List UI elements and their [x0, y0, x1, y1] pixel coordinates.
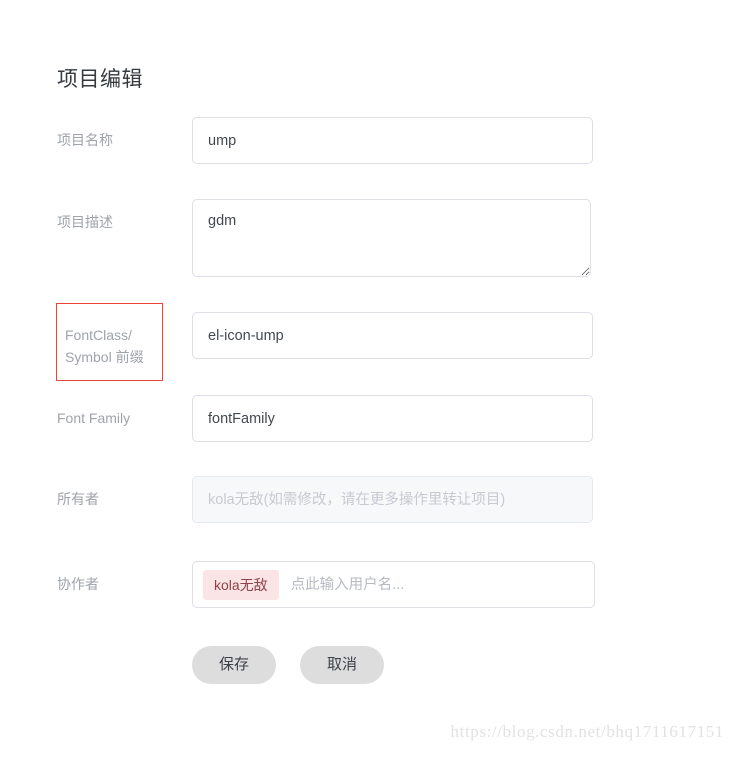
collaborator-search-input[interactable] [278, 569, 584, 600]
field-control-project-description [192, 199, 591, 277]
field-label-project-description: 项目描述 [57, 214, 113, 230]
field-control-fontclass-prefix [192, 312, 593, 359]
field-label-fontclass-prefix-line1: FontClass/ [65, 327, 132, 343]
page-title: 项目编辑 [57, 68, 143, 92]
watermark-text: https://blog.csdn.net/bhq1711617151 [450, 722, 724, 741]
collaborators-tag-field[interactable]: kola无敌 [192, 561, 595, 608]
project-description-textarea[interactable] [192, 199, 591, 277]
field-control-owner [192, 476, 593, 523]
fontclass-prefix-input[interactable] [192, 312, 593, 359]
field-control-project-name [192, 117, 593, 164]
font-family-input[interactable] [192, 395, 593, 442]
collaborator-tag[interactable]: kola无敌 [203, 569, 279, 600]
cancel-button[interactable]: 取消 [300, 646, 384, 684]
field-control-font-family [192, 395, 593, 442]
project-edit-page: 项目编辑 项目名称 项目描述 FontClass/ Symbol 前缀 Font… [0, 0, 732, 757]
field-label-owner: 所有者 [57, 491, 99, 507]
field-label-font-family: Font Family [57, 410, 131, 426]
project-name-input[interactable] [192, 117, 593, 164]
field-label-project-name: 项目名称 [57, 132, 113, 148]
form-action-bar: 保存 取消 [192, 646, 384, 684]
field-label-fontclass-prefix: FontClass/ Symbol 前缀 [56, 303, 163, 381]
field-label-collaborators: 协作者 [57, 576, 99, 592]
owner-input [192, 476, 593, 523]
field-label-fontclass-prefix-line2: Symbol 前缀 [65, 349, 144, 365]
field-control-collaborators: kola无敌 [192, 561, 595, 608]
save-button[interactable]: 保存 [192, 646, 276, 684]
